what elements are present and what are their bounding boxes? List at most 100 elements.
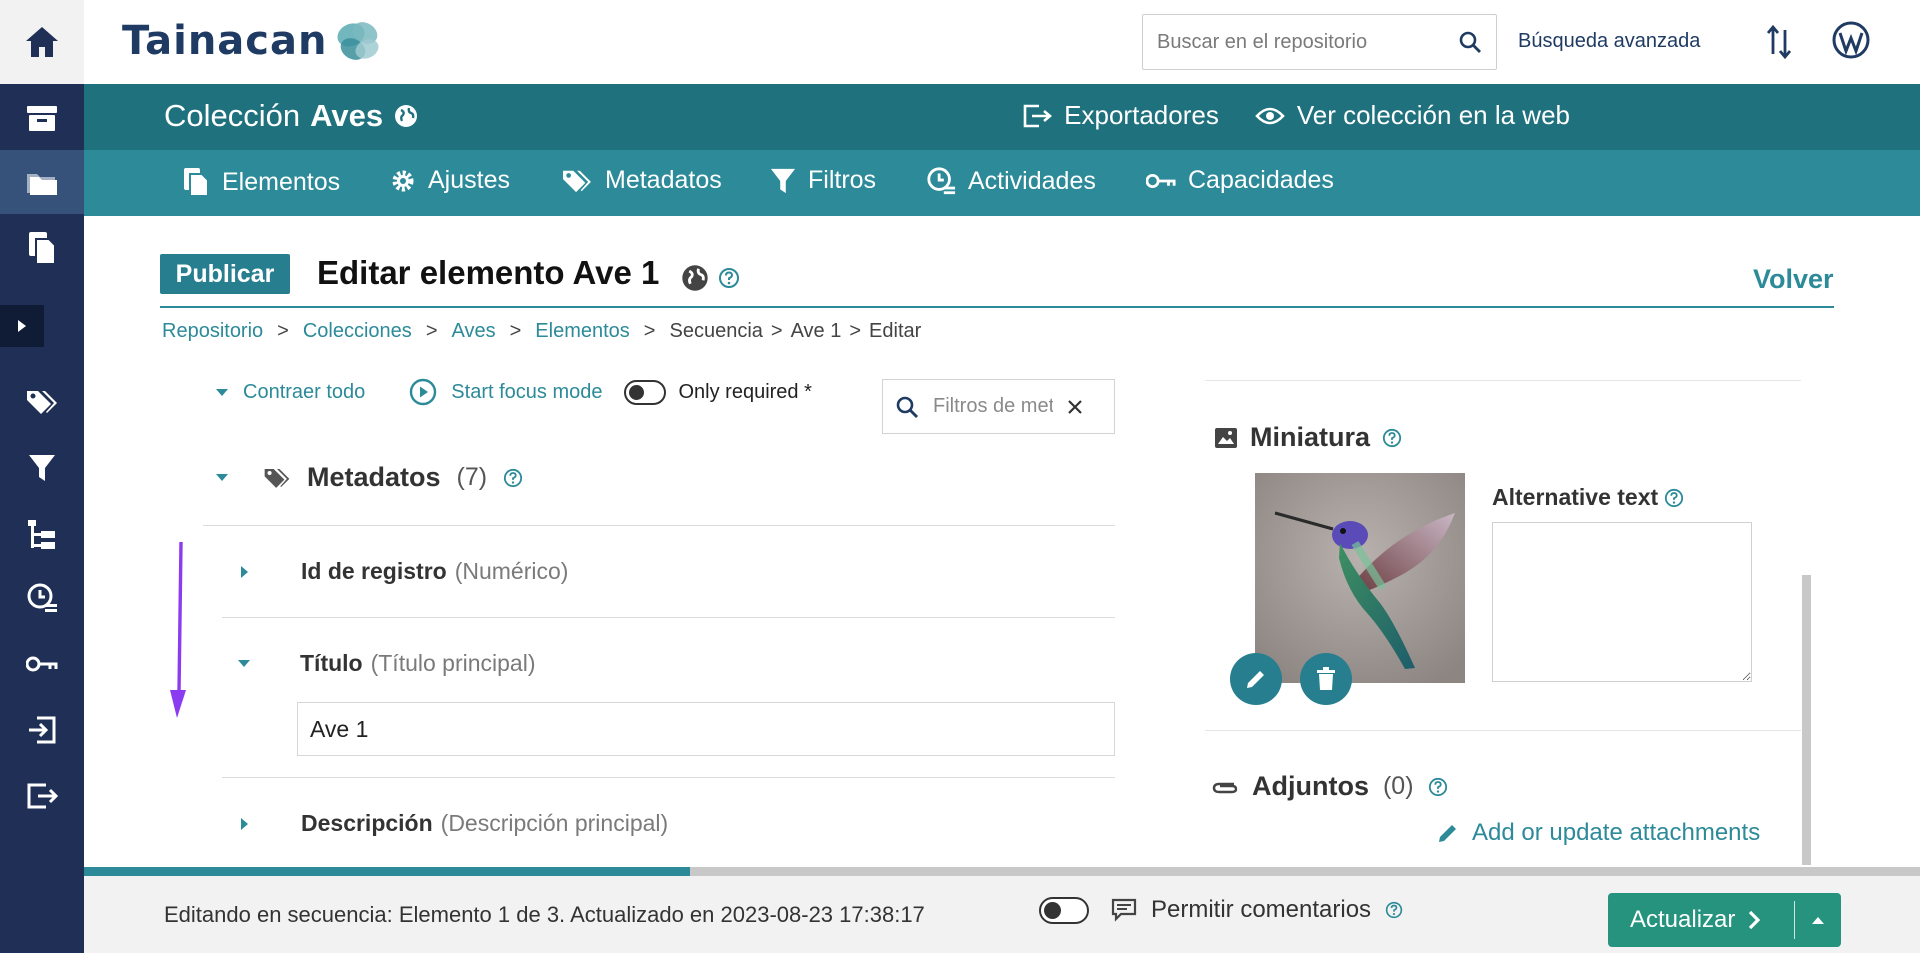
tab-elementos[interactable]: Elementos: [182, 166, 340, 198]
field-label: Descripción: [301, 810, 433, 836]
exporters-icon[interactable]: [0, 764, 84, 828]
update-options-dropdown[interactable]: [1795, 916, 1841, 925]
only-required-toggle[interactable]: Only required *: [624, 379, 812, 405]
exporters-label: Exportadores: [1064, 100, 1219, 130]
logo-mark-icon: [337, 22, 380, 60]
update-main[interactable]: Actualizar: [1608, 906, 1794, 934]
collections-icon[interactable]: [0, 86, 84, 150]
search-input[interactable]: [1157, 30, 1458, 54]
breadcrumb-separator: >: [849, 320, 862, 342]
tab-elementos-label: Elementos: [222, 167, 341, 196]
divider: [1205, 730, 1801, 731]
breadcrumb: Repositorio > Colecciones > Aves > Elemento…: [162, 320, 921, 343]
close-icon[interactable]: [1067, 399, 1083, 415]
collection-actions: Exportadores Ver colección en la web: [1022, 100, 1570, 131]
update-label: Actualizar: [1630, 906, 1736, 933]
sort-arrows-icon[interactable]: [1766, 24, 1792, 60]
help-icon[interactable]: [1385, 901, 1403, 919]
importers-icon[interactable]: [0, 698, 84, 762]
tab-capacidades-label: Capacidades: [1188, 166, 1334, 194]
breadcrumb-aves[interactable]: Aves: [452, 320, 496, 343]
collection-header: Colección Aves Exportadores Ver colección…: [84, 84, 1920, 150]
breadcrumb-editar: Editar: [869, 320, 922, 342]
exporters-button[interactable]: Exportadores: [1022, 100, 1219, 131]
update-button[interactable]: Actualizar: [1608, 893, 1841, 947]
expand-sidebar-button[interactable]: [0, 305, 44, 347]
tab-filtros[interactable]: Filtros: [770, 166, 876, 195]
field-type: (Título principal): [370, 650, 536, 676]
title-divider: [160, 306, 1834, 308]
breadcrumb-colecciones[interactable]: Colecciones: [303, 320, 412, 343]
title-field-input[interactable]: [297, 702, 1115, 756]
sequence-progress-fill: [84, 867, 690, 876]
chevron-right-icon: [1749, 910, 1761, 930]
breadcrumb-repositorio[interactable]: Repositorio: [162, 320, 263, 343]
image-icon: [1215, 427, 1237, 448]
tab-metadatos[interactable]: Metadatos: [561, 166, 722, 195]
globe-icon: [682, 265, 708, 291]
advanced-search-link[interactable]: Búsqueda avanzada: [1518, 30, 1700, 53]
export-icon: [1023, 104, 1053, 127]
metadata-filter-input[interactable]: [933, 395, 1053, 418]
documents-icon: [184, 168, 209, 197]
tab-ajustes[interactable]: Ajustes: [390, 166, 510, 195]
help-icon[interactable]: [1382, 428, 1402, 448]
field-type: (Descripción principal): [440, 810, 669, 836]
alt-text-label: Alternative text: [1492, 484, 1684, 511]
tab-filtros-label: Filtros: [808, 166, 877, 194]
caret-up-icon: [1812, 916, 1824, 924]
breadcrumb-elementos[interactable]: Elementos: [535, 320, 630, 343]
metadata-section-title: Metadatos: [307, 462, 441, 492]
field-descripcion[interactable]: Descripción (Descripción principal): [240, 810, 668, 837]
chevron-right-icon: [241, 817, 248, 830]
help-icon[interactable]: [718, 267, 740, 289]
filter-icon[interactable]: [0, 436, 84, 500]
divider: [203, 525, 1115, 526]
thumbnail-header: Miniatura: [1214, 422, 1402, 453]
status-badge[interactable]: Publicar: [160, 254, 290, 294]
tags-icon: [563, 170, 591, 192]
add-attachments-link[interactable]: Add or update attachments: [1436, 819, 1760, 847]
focus-mode-button[interactable]: Start focus mode: [409, 378, 602, 406]
view-collection-web-button[interactable]: Ver colección en la web: [1255, 100, 1570, 131]
chevron-down-icon: [216, 388, 228, 396]
taxonomies-icon[interactable]: [0, 502, 84, 566]
tab-capacidades[interactable]: Capacidades: [1146, 166, 1334, 195]
tab-actividades[interactable]: Actividades: [926, 166, 1096, 196]
help-icon[interactable]: [503, 468, 523, 488]
capabilities-key-icon[interactable]: [0, 632, 84, 696]
paperclip-icon: [1212, 782, 1238, 793]
repository-search: [1142, 14, 1497, 70]
collection-prefix: Colección: [164, 98, 301, 133]
back-link[interactable]: Volver: [1753, 264, 1834, 295]
field-titulo[interactable]: Título (Título principal): [238, 650, 536, 677]
breadcrumb-ave: Ave 1: [790, 320, 842, 342]
tainacan-logo[interactable]: Tainacan: [122, 18, 383, 64]
allow-comments-toggle[interactable]: Permitir comentarios: [1039, 896, 1403, 924]
trash-icon: [1317, 667, 1335, 690]
toggle-switch: [1039, 896, 1089, 924]
field-id-registro[interactable]: Id de registro (Numérico): [240, 558, 568, 585]
help-icon[interactable]: [1664, 488, 1684, 508]
collapse-all-button[interactable]: Contraer todo: [215, 381, 365, 404]
metadata-section-header[interactable]: Metadatos (7): [215, 462, 523, 493]
home-icon[interactable]: [0, 0, 84, 84]
breadcrumb-separator: >: [643, 320, 656, 342]
alt-text-input[interactable]: [1492, 522, 1752, 682]
play-circle-icon: [410, 378, 437, 406]
chevron-down-icon: [216, 474, 228, 481]
items-folder-icon[interactable]: [0, 150, 84, 214]
scrollbar[interactable]: [1802, 575, 1811, 865]
help-icon[interactable]: [1428, 777, 1448, 797]
metadata-filter: [882, 379, 1115, 434]
add-attachments-label: Add or update attachments: [1472, 819, 1761, 846]
documents-icon[interactable]: [0, 216, 84, 280]
activities-icon[interactable]: [0, 566, 84, 630]
search-icon[interactable]: [1458, 30, 1482, 54]
collection-title: Colección Aves: [164, 98, 419, 134]
tags-icon[interactable]: [0, 370, 84, 434]
wordpress-icon[interactable]: [1831, 20, 1871, 60]
delete-thumbnail-button[interactable]: [1300, 653, 1352, 705]
chevron-down-icon: [238, 660, 250, 667]
edit-thumbnail-button[interactable]: [1230, 653, 1282, 705]
